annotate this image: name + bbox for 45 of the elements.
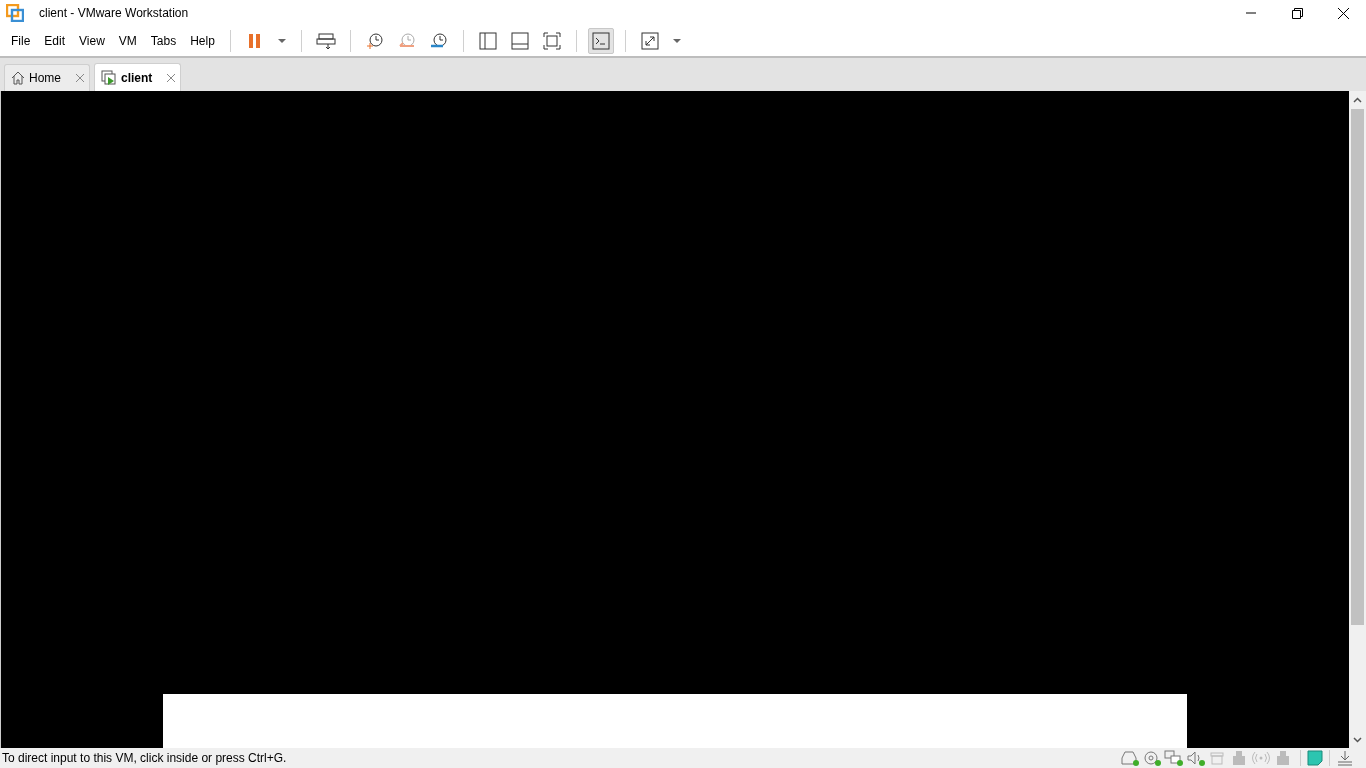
device-status[interactable] [1120, 750, 1138, 766]
download-tray-icon [1336, 750, 1354, 766]
toolbar-button[interactable] [587, 28, 614, 54]
menu-item[interactable]: Edit [37, 31, 73, 51]
close-icon [166, 72, 177, 83]
restore-icon [1291, 7, 1303, 19]
close-icon [75, 73, 85, 83]
vertical-scrollbar[interactable] [1349, 91, 1366, 748]
caret-icon [276, 38, 287, 44]
scroll-down-icon [1353, 736, 1362, 743]
device-status[interactable] [1186, 750, 1204, 766]
stretch-icon [639, 31, 660, 51]
window-title: client - VMware Workstation [39, 6, 190, 20]
app-logo-icon [6, 4, 24, 22]
usb-drive-icon [1274, 750, 1292, 766]
device-status[interactable] [1164, 750, 1182, 766]
keyboard-arrow-icon [315, 31, 336, 51]
device-status[interactable] [1230, 750, 1248, 766]
tab[interactable]: client [94, 63, 182, 91]
note-icon [1307, 750, 1323, 766]
menu-item[interactable]: VM [111, 31, 144, 51]
clock-plus-icon [364, 31, 385, 51]
house-icon [11, 71, 25, 85]
menu-item[interactable]: View [72, 31, 112, 51]
network-icon [1164, 750, 1182, 766]
device-status[interactable] [1142, 750, 1160, 766]
device-status[interactable] [1252, 750, 1270, 766]
tab[interactable]: Home [4, 64, 90, 91]
scroll-up-icon [1353, 96, 1362, 103]
bottom-panel-layout-icon [509, 31, 530, 51]
usb-drive-icon [1230, 750, 1248, 766]
status-message: To direct input to this VM, click inside or press Ctrl+G. [2, 751, 288, 765]
disc-icon [1142, 750, 1160, 766]
console-icon [590, 31, 611, 51]
printer-icon [1208, 750, 1226, 766]
device-status[interactable] [1274, 750, 1292, 766]
vm-play-icon [101, 69, 117, 86]
full-screen-icon [541, 31, 562, 51]
sidebar-layout-icon [477, 31, 498, 51]
menu-item[interactable]: Help [183, 31, 222, 51]
menu-item[interactable]: File [4, 31, 38, 51]
caret-icon [671, 38, 682, 44]
wireless-icon [1252, 750, 1270, 766]
menu-item[interactable]: Tabs [143, 31, 184, 51]
close-icon [1337, 7, 1349, 19]
